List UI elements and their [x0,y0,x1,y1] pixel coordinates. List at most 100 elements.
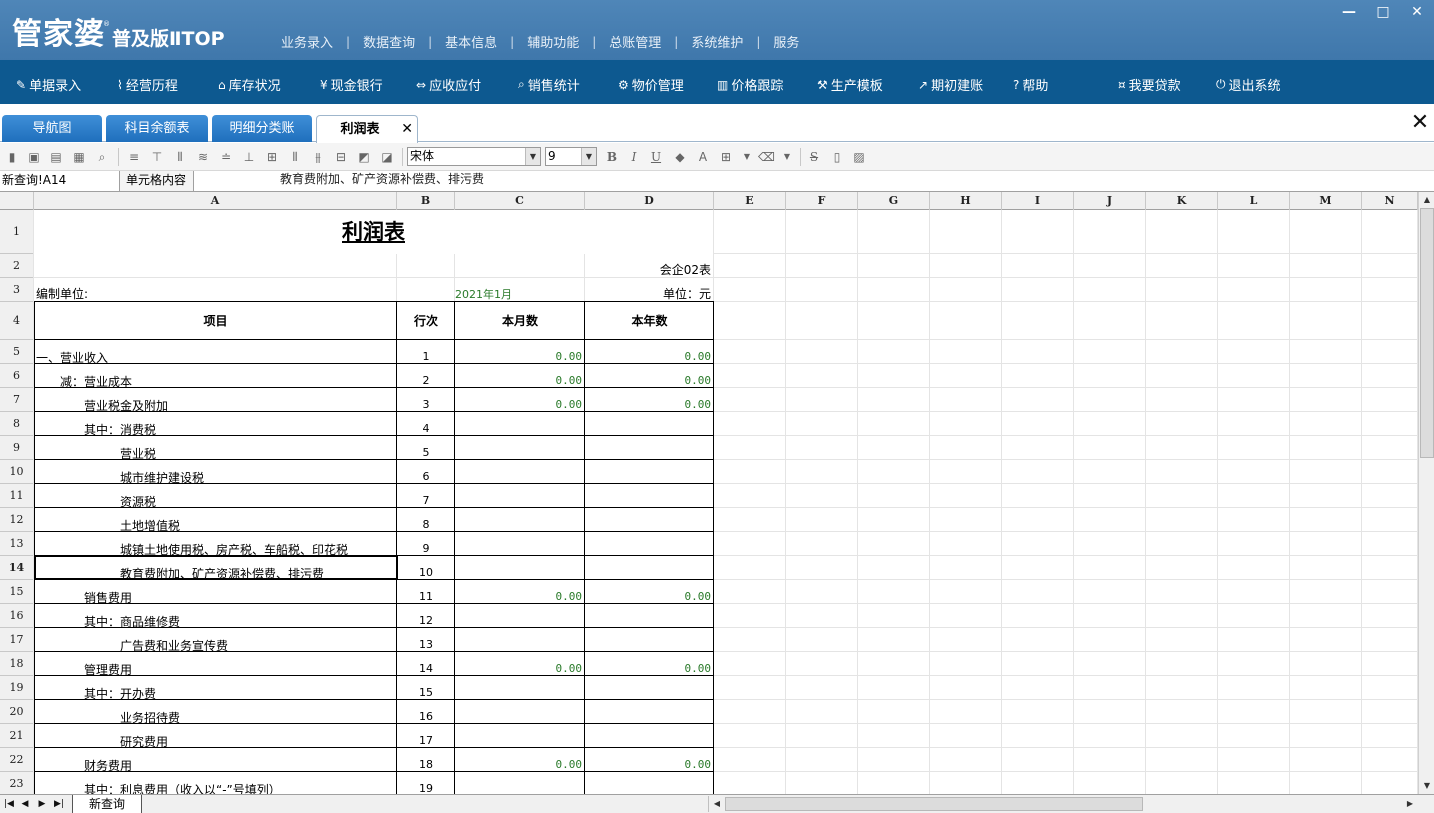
font-size-select[interactable]: 9 ▼ [545,147,597,166]
nav-item[interactable]: ⏻ 退出系统 [1216,75,1281,94]
row-header[interactable]: 6 [0,364,34,388]
distribute-icon[interactable]: ⦀ [172,149,188,165]
nav-item[interactable]: ⚒ 生产模板 [817,75,883,95]
chevron-down-icon[interactable]: ▼ [581,148,596,165]
row-header[interactable]: 15 [0,580,34,604]
row-header[interactable]: 11 [0,484,34,508]
delete-column-icon[interactable]: ⫵ [310,149,326,165]
horizontal-scrollbar[interactable]: ◀ ▶ [708,796,1418,812]
top-menu-item[interactable]: 服务 [760,32,812,51]
nav-item[interactable]: ¥ 现金银行 [320,75,383,95]
align-bottom-icon[interactable]: ⊥ [241,149,257,165]
cell-reference-box[interactable]: 新查询!A14 [0,171,120,191]
column-header[interactable]: M [1290,192,1362,210]
eraser-icon[interactable]: ⌫ [758,149,775,165]
prev-sheet-icon[interactable]: ◀ [18,797,32,811]
first-sheet-icon[interactable]: |◀ [2,797,16,811]
row-header[interactable]: 16 [0,604,34,628]
image-icon[interactable]: ▨ [851,149,867,165]
nav-item[interactable]: ▥ 价格跟踪 [717,75,783,95]
font-select[interactable]: 宋体 ▼ [407,147,541,166]
row-header[interactable]: 12 [0,508,34,532]
last-sheet-icon[interactable]: ▶| [52,797,66,811]
scroll-up-icon[interactable]: ▲ [1420,193,1434,207]
nav-item[interactable]: ✎ 单据录入 [16,75,81,95]
tab-account-balance[interactable]: 科目余额表 [106,115,208,142]
print-icon[interactable]: ▦ [71,149,87,165]
scroll-down-icon[interactable]: ▼ [1420,779,1434,793]
chevron-down-icon[interactable]: ▼ [525,148,540,165]
column-header[interactable]: F [786,192,858,210]
text-wrap-icon[interactable]: ≋ [195,149,211,165]
borders-icon[interactable]: ⊞ [718,149,734,165]
insert-column-icon[interactable]: ⫴ [287,149,303,165]
row-header[interactable]: 17 [0,628,34,652]
column-header[interactable]: B [397,192,455,210]
vertical-scrollbar[interactable]: ▲ ▼ [1418,192,1434,794]
scroll-right-icon[interactable]: ▶ [1403,797,1417,811]
column-header[interactable]: K [1146,192,1218,210]
column-header[interactable]: L [1218,192,1290,210]
font-color-icon[interactable]: A [695,149,711,165]
row-header[interactable]: 10 [0,460,34,484]
row-header[interactable]: 23 [0,772,34,794]
nav-item[interactable]: ⌇ 经营历程 [117,75,178,95]
column-header[interactable]: D [585,192,714,210]
sheet-tab-new-query[interactable]: 新查询 [72,795,143,813]
column-header[interactable]: J [1074,192,1146,210]
column-header[interactable]: G [858,192,930,210]
column-header[interactable]: E [714,192,786,210]
new-file-icon[interactable]: ▮ [4,149,20,165]
chevron-down-icon[interactable]: ▼ [779,149,795,165]
row-header[interactable]: 5 [0,340,34,364]
row-header[interactable]: 21 [0,724,34,748]
row-header[interactable]: 8 [0,412,34,436]
insert-row-icon[interactable]: ⊞ [264,149,280,165]
panel-close-icon[interactable]: ✕ [1408,112,1432,134]
row-header[interactable]: 20 [0,700,34,724]
row-header[interactable]: 13 [0,532,34,556]
nav-item[interactable]: ¤ 我要贷款 [1118,75,1181,95]
save-as-icon[interactable]: ▤ [48,149,64,165]
column-header[interactable]: I [1002,192,1074,210]
nav-item[interactable]: ⌕ 销售统计 [518,75,580,94]
delete-row-icon[interactable]: ⊟ [333,149,349,165]
nav-item[interactable]: ⇔ 应收应付 [416,75,481,95]
print-preview-icon[interactable]: ⌕ [94,149,110,165]
row-header[interactable]: 9 [0,436,34,460]
chevron-down-icon[interactable]: ▼ [739,149,755,165]
top-menu-item[interactable]: 辅助功能 [514,32,592,51]
align-left-icon[interactable]: ≡ [126,149,142,165]
italic-icon[interactable]: I [626,149,642,165]
column-header[interactable]: C [455,192,585,210]
page-icon[interactable]: ▯ [829,149,845,165]
format-painter-icon[interactable]: ◩ [356,149,372,165]
maximize-button[interactable]: □ [1366,0,1400,26]
row-header[interactable]: 3 [0,278,34,302]
top-menu-item[interactable]: 基本信息 [432,32,510,51]
row-header[interactable]: 14 [0,556,34,580]
nav-item[interactable]: ? 帮助 [1013,75,1048,95]
tab-detail-ledger[interactable]: 明细分类账 [212,115,312,142]
vertical-scroll-thumb[interactable] [1420,208,1434,458]
nav-item[interactable]: ⚙ 物价管理 [618,75,684,95]
top-menu-item[interactable]: 总账管理 [596,32,674,51]
fill-color-icon[interactable]: ◆ [672,149,688,165]
row-header[interactable]: 2 [0,254,34,278]
column-header[interactable]: N [1362,192,1418,210]
row-header[interactable]: 19 [0,676,34,700]
row-header[interactable]: 18 [0,652,34,676]
tab-navigation-map[interactable]: 导航图 [2,115,102,142]
underline-icon[interactable]: U [648,149,664,165]
column-header[interactable]: A [34,192,397,210]
minimize-button[interactable]: — [1332,0,1366,26]
row-header[interactable]: 7 [0,388,34,412]
align-top-icon[interactable]: ⊤ [149,149,165,165]
row-header[interactable]: 4 [0,302,34,340]
strikethrough-icon[interactable]: S [806,149,822,165]
tab-close-icon[interactable]: ✕ [401,116,413,143]
select-all-corner[interactable] [0,192,34,210]
row-header[interactable]: 1 [0,210,34,254]
nav-item[interactable]: ⌂ 库存状况 [218,75,281,95]
bold-icon[interactable]: B [604,149,620,165]
